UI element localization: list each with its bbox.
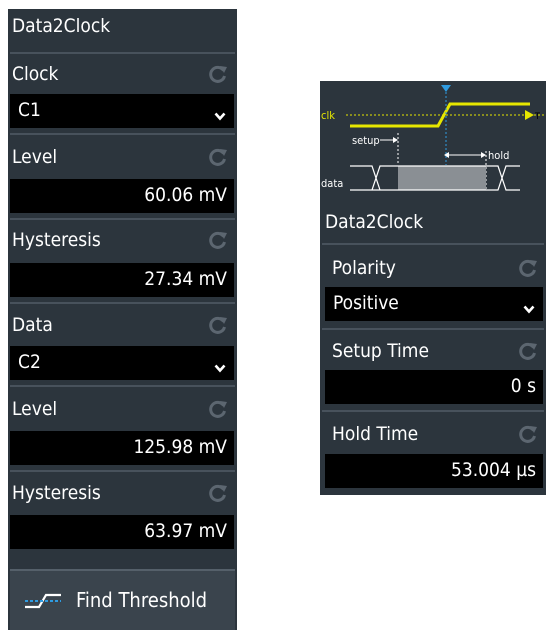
clock-hysteresis-label: Hysteresis	[12, 229, 101, 251]
divider	[10, 385, 235, 387]
reset-icon[interactable]	[518, 258, 538, 278]
divider	[10, 133, 235, 135]
divider	[10, 302, 235, 304]
divider	[10, 52, 235, 54]
clock-label: Clock	[12, 63, 59, 85]
hold-time-value: 53.004 µs	[451, 459, 536, 481]
data-hysteresis-label: Hysteresis	[12, 482, 101, 504]
divider	[10, 218, 235, 220]
find-threshold-label: Find Threshold	[76, 588, 208, 612]
data-source-value: C2	[18, 351, 41, 373]
reset-icon[interactable]	[208, 315, 228, 335]
divider	[10, 470, 235, 472]
clock-level-value: 60.06 mV	[144, 184, 227, 206]
find-threshold-button[interactable]: Find Threshold	[10, 569, 235, 630]
clk-label: clk	[321, 109, 335, 122]
polarity-value: Positive	[333, 292, 399, 314]
data-trace-label: data	[321, 177, 343, 190]
clock-level-input[interactable]: 60.06 mV	[10, 179, 234, 213]
panel-title: Data2Clock	[12, 15, 111, 37]
reset-icon[interactable]	[208, 399, 228, 419]
data-label: Data	[12, 314, 53, 336]
divider	[322, 328, 544, 330]
polarity-select[interactable]: Positive	[325, 287, 543, 321]
data-level-label: Level	[12, 398, 58, 420]
right-trigger-panel: T clk setup hold data Data2Clock Polarit…	[320, 81, 546, 495]
hold-time-label: Hold Time	[332, 423, 419, 445]
hold-label: hold	[488, 149, 509, 162]
panel-title: Data2Clock	[325, 211, 424, 233]
data-level-value: 125.98 mV	[133, 436, 227, 458]
reset-icon[interactable]	[208, 147, 228, 167]
clock-hysteresis-value: 27.34 mV	[144, 268, 227, 290]
threshold-icon	[24, 591, 62, 615]
reset-icon[interactable]	[518, 341, 538, 361]
chevron-down-icon	[523, 299, 535, 318]
clock-source-select[interactable]: C1	[10, 94, 234, 128]
clock-level-label: Level	[12, 146, 58, 168]
hold-time-input[interactable]: 53.004 µs	[325, 454, 543, 488]
chevron-down-icon	[214, 106, 226, 125]
data-level-input[interactable]: 125.98 mV	[10, 431, 234, 465]
data-hysteresis-value: 63.97 mV	[144, 520, 227, 542]
setup-label: setup	[352, 134, 380, 147]
trigger-marker: T	[534, 112, 540, 122]
divider	[322, 243, 544, 245]
reset-icon[interactable]	[208, 483, 228, 503]
setup-time-input[interactable]: 0 s	[325, 370, 543, 404]
divider	[322, 410, 544, 412]
setup-time-label: Setup Time	[332, 340, 429, 362]
reset-icon[interactable]	[208, 230, 228, 250]
reset-icon[interactable]	[208, 64, 228, 84]
reset-icon[interactable]	[518, 424, 538, 444]
setup-hold-diagram: T clk setup hold data	[321, 85, 546, 191]
chevron-down-icon	[214, 358, 226, 377]
clock-source-value: C1	[18, 99, 41, 121]
data-hysteresis-input[interactable]: 63.97 mV	[10, 515, 234, 549]
setup-time-value: 0 s	[510, 375, 536, 397]
clock-hysteresis-input[interactable]: 27.34 mV	[10, 263, 234, 297]
data-source-select[interactable]: C2	[10, 346, 234, 380]
polarity-label: Polarity	[332, 257, 396, 279]
left-trigger-panel: Data2Clock Clock C1 Level 60.06 mV Hyste…	[8, 9, 237, 630]
